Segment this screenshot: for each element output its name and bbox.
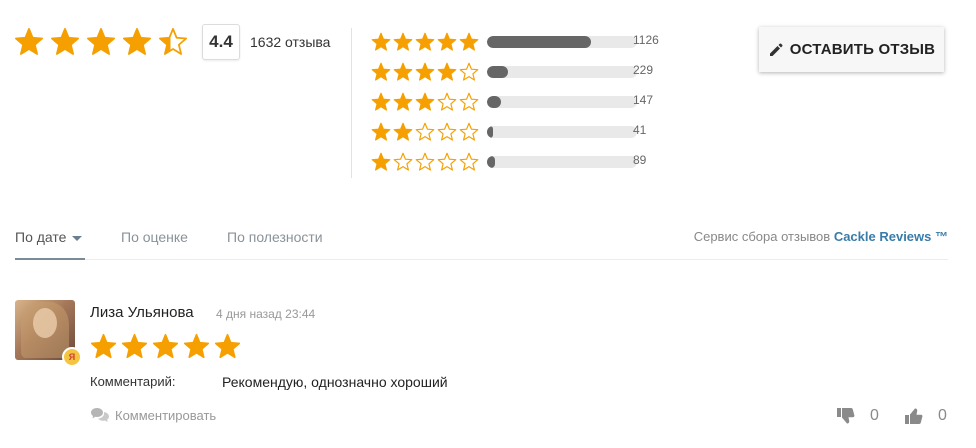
- star-full-icon: [393, 92, 413, 112]
- star-full-icon: [371, 122, 391, 142]
- dislike-count: 0: [870, 407, 879, 424]
- pencil-icon: [768, 42, 784, 58]
- speech-bubbles-icon: [90, 407, 110, 423]
- distribution-bar-fill: [487, 36, 591, 48]
- star-full-icon: [371, 92, 391, 112]
- cackle-reviews-link[interactable]: Cackle Reviews ™: [834, 229, 948, 244]
- star-full-icon: [371, 62, 391, 82]
- star-full-icon: [86, 27, 116, 57]
- comment-text: Рекомендую, однозначно хороший: [222, 374, 448, 390]
- star-full-icon: [371, 32, 391, 52]
- distribution-row-5[interactable]: 1126: [371, 27, 673, 57]
- distribution-bar: [487, 36, 637, 48]
- tab-by-rating[interactable]: По оценке: [121, 226, 188, 260]
- distribution-bar-fill: [487, 66, 508, 78]
- distribution-stars: [371, 152, 481, 172]
- leave-review-label: ОСТАВИТЬ ОТЗЫВ: [789, 41, 936, 58]
- avatar-face: [33, 308, 57, 338]
- star-full-icon: [393, 122, 413, 142]
- star-empty-icon: [459, 122, 479, 142]
- sort-tabs: По дате По оценке По полезности Сервис с…: [15, 226, 948, 260]
- distribution-stars: [371, 122, 481, 142]
- service-credit: Сервис сбора отзывов Cackle Reviews ™: [694, 229, 948, 244]
- distribution-count: 89: [633, 153, 647, 167]
- thumbs-up-icon: [904, 407, 924, 425]
- distribution-count: 1126: [633, 33, 659, 47]
- distribution-bar: [487, 96, 637, 108]
- star-full-icon: [415, 62, 435, 82]
- star-empty-icon: [415, 152, 435, 172]
- rating-summary: 4.4 1632 отзыва: [14, 24, 330, 60]
- star-full-icon: [121, 333, 148, 360]
- tab-by-helpfulness-label: По полезности: [227, 229, 323, 245]
- star-half-icon: [158, 27, 188, 57]
- star-full-icon: [459, 32, 479, 52]
- distribution-row-3[interactable]: 147: [371, 87, 673, 117]
- star-empty-icon: [437, 122, 457, 142]
- dislike-button[interactable]: 0: [836, 407, 879, 425]
- tab-by-rating-label: По оценке: [121, 229, 188, 245]
- distribution-stars: [371, 32, 481, 52]
- distribution-bar: [487, 66, 637, 78]
- like-count: 0: [938, 407, 947, 424]
- star-full-icon: [14, 27, 44, 57]
- star-empty-icon: [459, 152, 479, 172]
- distribution-count: 41: [633, 123, 647, 137]
- star-full-icon: [183, 333, 210, 360]
- star-full-icon: [214, 333, 241, 360]
- thumbs-down-icon: [836, 407, 856, 425]
- distribution-stars: [371, 62, 481, 82]
- tab-by-date-label: По дате: [15, 229, 67, 245]
- star-full-icon: [415, 92, 435, 112]
- review-author[interactable]: Лиза Ульянова: [90, 304, 194, 321]
- star-full-icon: [50, 27, 80, 57]
- distribution-bar: [487, 126, 637, 138]
- comment-button[interactable]: Комментировать: [90, 407, 216, 423]
- star-empty-icon: [459, 62, 479, 82]
- review-count: 1632 отзыва: [250, 34, 331, 50]
- social-badge-icon: Я: [62, 347, 82, 367]
- distribution-count: 229: [633, 63, 654, 77]
- distribution-bar: [487, 156, 637, 168]
- star-empty-icon: [415, 122, 435, 142]
- star-empty-icon: [393, 152, 413, 172]
- star-empty-icon: [459, 92, 479, 112]
- average-rating-stars: [14, 27, 188, 57]
- star-empty-icon: [437, 92, 457, 112]
- like-button[interactable]: 0: [904, 407, 947, 425]
- tab-by-helpfulness[interactable]: По полезности: [227, 226, 323, 260]
- distribution-row-1[interactable]: 89: [371, 147, 673, 177]
- distribution-bar-fill: [487, 126, 493, 138]
- rating-distribution: 1126 229 147 41 89: [371, 27, 673, 177]
- caret-down-icon: [72, 236, 83, 241]
- star-full-icon: [393, 32, 413, 52]
- distribution-bar-fill: [487, 96, 501, 108]
- star-full-icon: [122, 27, 152, 57]
- star-full-icon: [415, 32, 435, 52]
- tab-by-date[interactable]: По дате: [15, 226, 85, 260]
- leave-review-button[interactable]: ОСТАВИТЬ ОТЗЫВ: [759, 27, 944, 72]
- service-credit-text: Сервис сбора отзывов: [693, 229, 831, 244]
- distribution-count: 147: [633, 93, 654, 107]
- review-date: 4 дня назад 23:44: [216, 307, 316, 321]
- star-full-icon: [371, 152, 391, 172]
- distribution-row-4[interactable]: 229: [371, 57, 673, 87]
- distribution-row-2[interactable]: 41: [371, 117, 673, 147]
- star-full-icon: [393, 62, 413, 82]
- star-empty-icon: [437, 152, 457, 172]
- distribution-stars: [371, 92, 481, 112]
- star-full-icon: [152, 333, 179, 360]
- review-rating-stars: [90, 333, 241, 360]
- comment-label: Комментарий:: [90, 374, 176, 389]
- star-full-icon: [90, 333, 117, 360]
- star-full-icon: [437, 62, 457, 82]
- avatar[interactable]: Я: [15, 300, 82, 367]
- distribution-bar-fill: [487, 156, 496, 168]
- star-full-icon: [437, 32, 457, 52]
- summary-divider: [351, 28, 352, 178]
- comment-button-label: Комментировать: [115, 407, 217, 423]
- average-rating-badge: 4.4: [202, 24, 240, 60]
